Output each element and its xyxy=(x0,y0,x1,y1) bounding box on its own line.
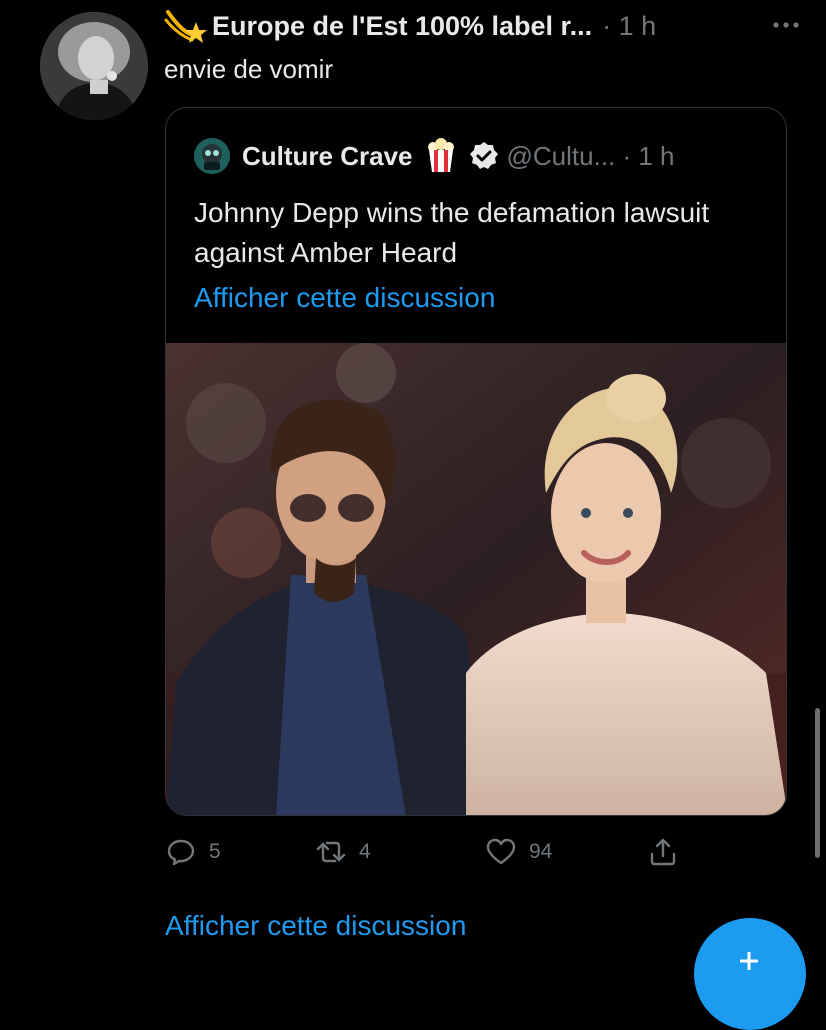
culture-crave-logo-icon xyxy=(194,138,230,174)
reply-action[interactable]: 5 xyxy=(165,832,221,872)
tweet-time[interactable]: · 1 h xyxy=(602,11,656,42)
quoted-avatar[interactable] xyxy=(194,138,230,174)
heart-icon xyxy=(486,838,516,865)
quoted-handle-time[interactable]: @Cultu... · 1 h xyxy=(507,141,675,172)
popcorn-icon xyxy=(427,138,454,172)
plus-icon xyxy=(740,952,758,970)
shooting-star-icon xyxy=(164,10,207,43)
quoted-show-thread-link[interactable]: Afficher cette discussion xyxy=(194,282,495,314)
like-action[interactable]: 94 xyxy=(485,832,552,872)
retweet-count: 4 xyxy=(359,840,371,863)
tweet[interactable]: Europe de l'Est 100% label r... · 1 h en… xyxy=(0,0,826,1030)
quoted-header: Culture Crave @Cultu... · 1 h xyxy=(194,136,774,176)
more-options-icon[interactable] xyxy=(768,10,804,40)
compose-tweet-button[interactable] xyxy=(694,918,806,1030)
quoted-tweet[interactable]: Culture Crave @Cultu... · 1 h Johnny Dep… xyxy=(165,107,787,816)
quoted-text: Johnny Depp wins the defamation lawsuit … xyxy=(194,197,710,268)
author-avatar[interactable] xyxy=(40,12,148,120)
tweet-text: envie de vomir xyxy=(164,54,334,84)
retweet-icon xyxy=(316,841,346,863)
avatar-photo xyxy=(40,12,148,120)
reply-count: 5 xyxy=(209,840,221,863)
quoted-media-photo[interactable] xyxy=(166,343,786,815)
reply-icon xyxy=(167,839,195,866)
share-action[interactable] xyxy=(647,832,679,872)
tweet-header: Europe de l'Est 100% label r... · 1 h xyxy=(164,4,804,48)
share-icon xyxy=(650,838,676,866)
show-thread-link[interactable]: Afficher cette discussion xyxy=(165,910,466,942)
tweet-actions: 5 4 94 xyxy=(165,832,685,872)
retweet-action[interactable]: 4 xyxy=(315,832,371,872)
quoted-author-name[interactable]: Culture Crave xyxy=(242,141,413,172)
scrollbar[interactable] xyxy=(815,708,820,858)
couple-photo xyxy=(166,343,786,815)
author-name[interactable]: Europe de l'Est 100% label r... xyxy=(212,11,592,42)
verified-badge-icon xyxy=(469,142,498,169)
like-count: 94 xyxy=(529,840,553,863)
